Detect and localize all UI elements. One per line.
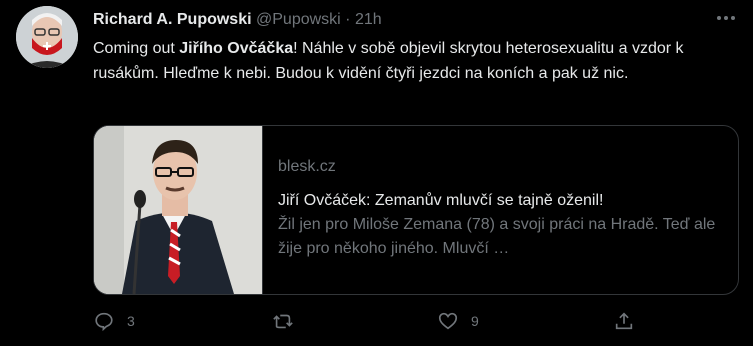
reply-button[interactable]: 3: [93, 310, 135, 332]
tweet-text-before: Coming out: [93, 40, 180, 57]
avatar-image: [16, 6, 78, 68]
retweet-icon: [273, 314, 293, 329]
card-image: [94, 126, 263, 294]
share-button[interactable]: [613, 310, 635, 332]
action-bar: 3 9: [93, 310, 653, 336]
separator-dot: ·: [345, 11, 351, 28]
share-icon: [615, 312, 633, 330]
retweet-button[interactable]: [271, 310, 307, 332]
reply-icon: [95, 312, 113, 332]
author-handle[interactable]: @Pupowski: [256, 11, 341, 28]
like-icon: [438, 312, 458, 330]
like-button[interactable]: 9: [437, 310, 479, 332]
tweet-header: Richard A. Pupowski @Pupowski · 21h: [93, 10, 382, 30]
more-button[interactable]: [713, 6, 739, 30]
tweet-time[interactable]: 21h: [355, 11, 382, 28]
author-name[interactable]: Richard A. Pupowski: [93, 11, 252, 28]
card-description: Žil jen pro Miloše Zemana (78) a svoji p…: [278, 216, 716, 257]
tweet-text: Coming out Jiřího Ovčáčka! Náhle v sobě …: [93, 36, 738, 86]
mentioned-name: Jiřího Ovčáčka: [179, 40, 294, 57]
card-body: blesk.cz Jiří Ovčáček: Zemanův mluvčí se…: [278, 155, 724, 261]
like-count: 9: [471, 313, 479, 329]
card-title: Jiří Ovčáček: Zemanův mluvčí se tajně ož…: [278, 192, 604, 209]
more-icon: [717, 16, 735, 20]
reply-count: 3: [127, 313, 135, 329]
card-domain: blesk.cz: [278, 158, 336, 175]
card-photo: [94, 126, 262, 294]
link-card[interactable]: blesk.cz Jiří Ovčáček: Zemanův mluvčí se…: [93, 125, 739, 295]
avatar[interactable]: [16, 6, 78, 68]
